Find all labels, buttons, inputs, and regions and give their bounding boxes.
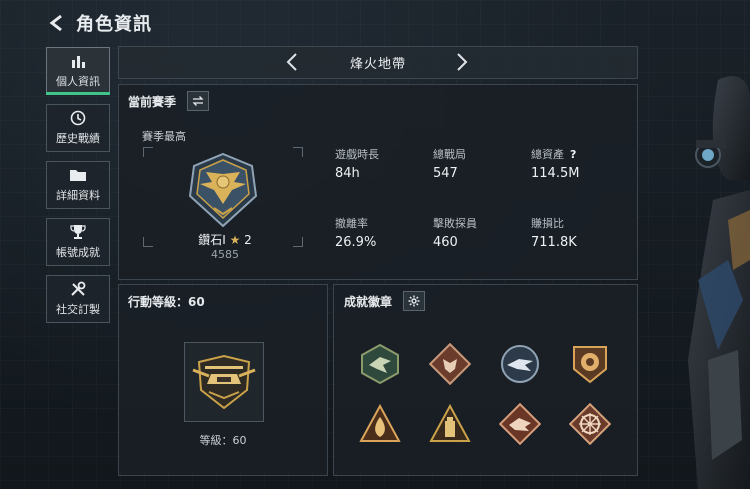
star-icon: ★	[229, 233, 241, 247]
helicopter-badge-icon	[192, 354, 256, 410]
stat-label: 擊敗探員	[433, 217, 477, 230]
character-art	[688, 76, 750, 489]
trophy-icon	[69, 224, 87, 240]
sidebar-item-personal-info[interactable]: 個人資訊	[46, 47, 110, 95]
back-arrow-icon	[49, 14, 62, 32]
clock-icon	[69, 110, 87, 126]
sidebar-item-label: 歷史戰績	[56, 132, 100, 145]
mode-selector: 烽火地帶	[118, 46, 638, 79]
help-icon[interactable]: ?	[570, 148, 576, 161]
diamond-rank-emblem-icon	[188, 152, 258, 228]
stat-extraction-rate: 撤離率 26.9%	[335, 215, 425, 250]
header: 角色資訊	[46, 10, 152, 36]
operation-title: 行動等級：60	[128, 295, 205, 309]
achievements-settings-button[interactable]	[403, 291, 425, 311]
rank-tier-text: 鑽石I	[198, 233, 226, 247]
stat-total-matches: 總戰局 547	[433, 146, 523, 181]
bar-chart-icon	[69, 53, 87, 69]
sidebar-item-history[interactable]: 歷史戰績	[46, 104, 110, 152]
sidebar-item-achievements[interactable]: 帳號成就	[46, 218, 110, 266]
stat-value: 547	[433, 166, 458, 181]
operation-level-text: 等級：60	[199, 434, 247, 447]
bird-circle-badge-icon[interactable]	[499, 343, 541, 385]
stat-profit-loss: 賺損比 711.8K	[531, 215, 621, 250]
operation-level-badge	[184, 342, 264, 422]
sidebar-item-social[interactable]: 社交訂製	[46, 275, 110, 323]
bull-diamond-badge-icon[interactable]	[429, 343, 471, 385]
season-best-label: 賽季最高	[142, 130, 186, 143]
stat-label-row: 總資產 ?	[531, 146, 621, 162]
stat-total-assets: 總資產 ? 114.5M	[531, 146, 621, 182]
sidebar-item-label: 帳號成就	[56, 246, 100, 259]
rank-stars-text: 2	[244, 233, 252, 247]
rank-name: 鑽石I ★ 2	[185, 231, 265, 248]
flame-triangle-badge-icon[interactable]	[359, 403, 401, 445]
page-title: 角色資訊	[76, 14, 152, 35]
chevron-right-icon	[457, 53, 468, 71]
season-title: 當前賽季	[128, 95, 177, 109]
achievements-title: 成就徽章	[344, 295, 393, 309]
rank-points: 4585	[211, 248, 239, 261]
stat-value: 711.8K	[531, 235, 577, 250]
mode-prev-button[interactable]	[282, 52, 302, 72]
chevron-left-icon	[286, 53, 297, 71]
sun-diamond-badge-icon[interactable]	[569, 403, 611, 445]
season-switch-button[interactable]	[187, 91, 209, 111]
stat-label: 總戰局	[433, 148, 466, 161]
back-button[interactable]	[46, 12, 68, 34]
mode-next-button[interactable]	[452, 52, 472, 72]
stat-label: 總資產	[531, 148, 564, 161]
folder-icon	[69, 167, 87, 183]
stat-label: 撤離率	[335, 217, 368, 230]
stat-label: 遊戲時長	[335, 148, 379, 161]
sidebar-item-label: 詳細資料	[56, 189, 100, 202]
stat-agents-defeated: 擊敗探員 460	[433, 215, 523, 250]
stat-value: 84h	[335, 166, 360, 181]
sidebar-item-details[interactable]: 詳細資料	[46, 161, 110, 209]
stat-value: 26.9%	[335, 235, 377, 250]
stat-play-time: 遊戲時長 84h	[335, 146, 425, 181]
swap-icon	[192, 96, 204, 106]
stat-value: 460	[433, 235, 458, 250]
stat-label: 賺損比	[531, 217, 564, 230]
gear-icon	[408, 295, 420, 307]
lion-shield-badge-icon[interactable]	[569, 343, 611, 385]
eagle-hexagon-badge-icon[interactable]	[359, 343, 401, 385]
sidebar-item-label: 個人資訊	[56, 75, 100, 88]
mode-name: 烽火地帶	[349, 57, 406, 72]
tools-icon	[69, 281, 87, 297]
tower-triangle-badge-icon[interactable]	[429, 403, 471, 445]
beast-diamond-badge-icon[interactable]	[499, 403, 541, 445]
sidebar: 個人資訊 歷史戰績 詳細資料 帳號成就 社交訂製	[46, 47, 110, 332]
stat-value: 114.5M	[531, 166, 580, 181]
sidebar-item-label: 社交訂製	[56, 303, 100, 316]
